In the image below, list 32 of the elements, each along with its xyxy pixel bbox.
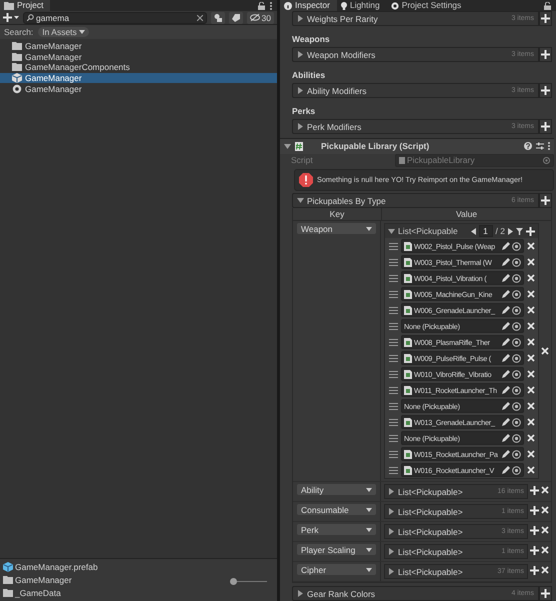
search-result-item[interactable]: GameManager [0,83,277,94]
project-tab[interactable]: Project [0,0,50,11]
section-heading: Perks [292,105,316,118]
list-header[interactable]: List<Pickupable 1 / 2 [385,224,538,238]
search-field[interactable]: gamema [23,12,207,24]
path-item[interactable]: GameManager.prefab [3,561,98,572]
script-field: PickupableLibrary [395,154,554,167]
search-result-item[interactable]: GameManager [0,72,277,84]
path-item[interactable]: GameManager [3,574,98,585]
search-scope-label: Search: [4,27,34,37]
key-dropdown[interactable]: Perk [297,524,376,535]
hidden-packages-button[interactable]: 30 [246,12,274,24]
column-header: Value [381,208,551,220]
section-heading: Weapons [292,33,331,46]
key-dropdown[interactable]: Ability [297,484,376,495]
key-dropdown[interactable]: Cipher [297,564,376,575]
list-label: List<Pickupable [398,226,459,236]
search-result-item[interactable]: GameManager [0,41,277,52]
page-total: / 2 [496,226,505,236]
column-header: Key [328,208,346,220]
key-dropdown[interactable]: Player Scaling [297,544,376,555]
script-label: Script [291,155,314,166]
search-result-item[interactable]: GameManager [0,52,277,62]
key-dropdown[interactable]: Consumable [297,504,376,515]
section-heading: Abilities [292,69,326,82]
search-scope-dropdown[interactable]: In Assets [38,27,89,37]
inspector-tab[interactable]: Inspector [280,0,337,11]
page-field[interactable]: 1 [478,225,493,237]
component-header[interactable]: Pickupable Library (Script) [280,138,554,154]
path-item[interactable]: _GameData [3,587,98,598]
search-result-item[interactable]: GameManagerComponents [0,62,277,73]
key-dropdown[interactable]: Weapon [297,223,376,234]
